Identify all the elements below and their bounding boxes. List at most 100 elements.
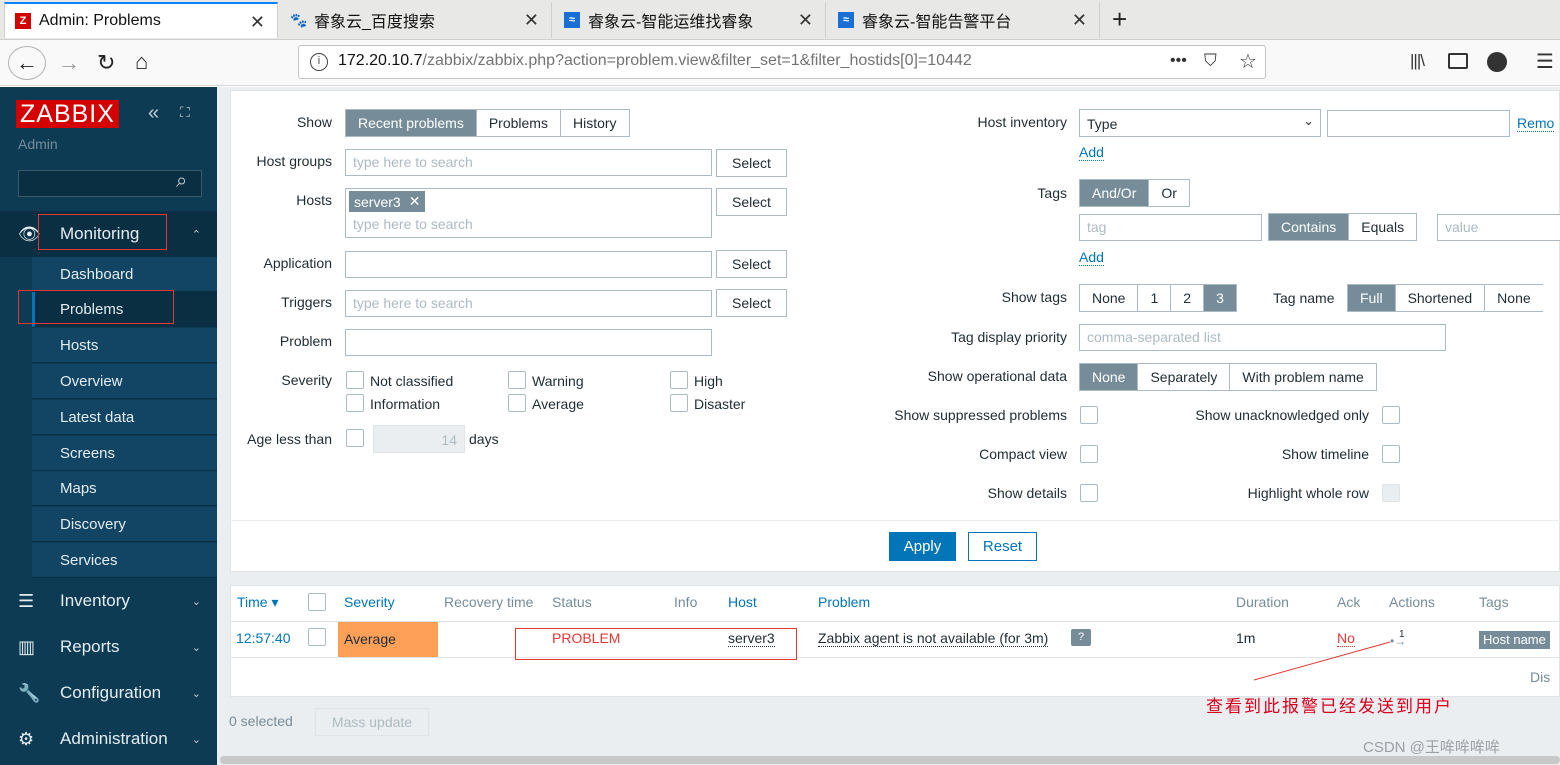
triggers-input[interactable]: type here to search: [345, 290, 712, 317]
account-icon[interactable]: [1487, 52, 1507, 72]
row-checkbox[interactable]: [308, 628, 326, 646]
severity-high-checkbox[interactable]: [670, 371, 688, 389]
remove-chip-icon[interactable]: ✕: [409, 193, 421, 210]
tag-value-input[interactable]: value: [1437, 214, 1560, 241]
opdata-none[interactable]: None: [1080, 364, 1139, 390]
sidebar-item-maps[interactable]: Maps: [32, 471, 217, 506]
tag-name-shortened[interactable]: Shortened: [1395, 285, 1486, 311]
hamburger-menu-icon[interactable]: ☰: [1536, 49, 1554, 74]
problem-hint-icon[interactable]: ?: [1071, 629, 1091, 646]
hosts-search-placeholder[interactable]: type here to search: [353, 216, 473, 232]
menu-reports[interactable]: ▥ Reports ⌄: [0, 624, 217, 670]
col-problem[interactable]: Problem: [818, 594, 870, 610]
tag-op-equals[interactable]: Equals: [1349, 214, 1417, 240]
col-severity[interactable]: Severity: [344, 594, 395, 610]
host-groups-select-button[interactable]: Select: [716, 149, 787, 177]
inventory-value-input[interactable]: [1327, 110, 1510, 137]
col-host[interactable]: Host: [728, 594, 757, 610]
age-days-input[interactable]: 14: [373, 425, 465, 453]
show-recent-problems[interactable]: Recent problems: [346, 110, 477, 136]
problem-input[interactable]: [345, 329, 712, 356]
tags-add-link[interactable]: Add: [1079, 249, 1104, 266]
tag-name-input[interactable]: tag: [1079, 214, 1262, 241]
application-input[interactable]: [345, 251, 712, 278]
sidebar-item-discovery[interactable]: Discovery: [32, 507, 217, 542]
host-groups-input[interactable]: type here to search: [345, 149, 712, 176]
tab-ruixiang-2[interactable]: ≈ 睿象云-智能告警平台 ✕: [828, 2, 1100, 38]
show-problems[interactable]: Problems: [476, 110, 561, 136]
opdata-separately[interactable]: Separately: [1138, 364, 1231, 390]
show-tags-1[interactable]: 1: [1138, 285, 1172, 311]
sidebar-search-input[interactable]: [18, 170, 202, 197]
sidebar-item-screens[interactable]: Screens: [32, 436, 217, 471]
show-tags-none[interactable]: None: [1080, 285, 1139, 311]
tag-op-contains[interactable]: Contains: [1269, 214, 1350, 240]
age-checkbox[interactable]: [346, 429, 364, 447]
show-tags-2[interactable]: 2: [1171, 285, 1205, 311]
close-tab-icon[interactable]: ✕: [798, 10, 813, 31]
application-select-button[interactable]: Select: [716, 250, 787, 278]
show-tags-3[interactable]: 3: [1204, 285, 1236, 311]
tag-priority-input[interactable]: comma-separated list: [1079, 324, 1446, 351]
severity-average-checkbox[interactable]: [508, 394, 526, 412]
tab-admin-problems[interactable]: Z Admin: Problems ✕: [4, 2, 278, 38]
compact-checkbox[interactable]: [1080, 445, 1098, 463]
url-text[interactable]: 172.20.10.7/zabbix/zabbix.php?action=pro…: [338, 52, 972, 70]
close-tab-icon[interactable]: ✕: [1072, 10, 1087, 31]
timeline-checkbox[interactable]: [1382, 445, 1400, 463]
reset-button[interactable]: Reset: [968, 532, 1037, 561]
sidebar-item-services[interactable]: Services: [32, 543, 217, 578]
row-problem-link[interactable]: Zabbix agent is not available (for 3m): [818, 630, 1049, 647]
close-tab-icon[interactable]: ✕: [524, 10, 539, 31]
sidebar-item-latest-data[interactable]: Latest data: [32, 400, 217, 435]
sidebar-item-overview[interactable]: Overview: [32, 364, 217, 399]
hosts-select-button[interactable]: Select: [716, 188, 787, 216]
sidebar-item-hosts[interactable]: Hosts: [32, 328, 217, 363]
menu-inventory[interactable]: ☰ Inventory ⌄: [0, 578, 217, 624]
menu-configuration[interactable]: 🔧 Configuration ⌄: [0, 670, 217, 716]
site-info-icon[interactable]: i: [310, 53, 328, 71]
kiosk-mode-icon[interactable]: ⛶: [180, 104, 190, 121]
inventory-type-select[interactable]: Type ⌄: [1079, 109, 1321, 137]
back-button[interactable]: ←: [8, 46, 46, 80]
zabbix-logo[interactable]: ZABBIX: [16, 100, 119, 128]
search-icon[interactable]: ⌕: [176, 170, 187, 193]
tag-name-full[interactable]: Full: [1348, 285, 1396, 311]
row-tag-chip[interactable]: Host name: [1479, 631, 1550, 649]
severity-warning-checkbox[interactable]: [508, 371, 526, 389]
opdata-with-problem-name[interactable]: With problem name: [1230, 364, 1376, 390]
pocket-icon[interactable]: ⛉: [1204, 51, 1217, 71]
forward-arrow-icon[interactable]: →: [58, 50, 80, 76]
tags-and-or[interactable]: And/Or: [1080, 180, 1150, 206]
tab-ruixiang-1[interactable]: ≈ 睿象云-智能运维找睿象 ✕: [554, 2, 826, 38]
triggers-select-button[interactable]: Select: [716, 289, 787, 317]
bookmark-star-icon[interactable]: ☆: [1239, 49, 1257, 74]
severity-disaster-checkbox[interactable]: [670, 394, 688, 412]
inventory-remove-link[interactable]: Remo: [1517, 115, 1555, 132]
reload-icon[interactable]: ↻: [97, 50, 115, 76]
home-icon[interactable]: ⌂: [135, 49, 148, 75]
select-all-checkbox[interactable]: [308, 593, 326, 611]
suppressed-checkbox[interactable]: [1080, 406, 1098, 424]
horizontal-scrollbar[interactable]: [220, 756, 1560, 764]
page-actions-icon[interactable]: •••: [1170, 52, 1187, 70]
inventory-add-link[interactable]: Add: [1079, 144, 1104, 161]
tab-baidu[interactable]: 🐾 睿象云_百度搜索 ✕: [280, 2, 552, 38]
severity-not-classified-checkbox[interactable]: [346, 371, 364, 389]
sidebar-item-dashboard[interactable]: Dashboard: [32, 257, 217, 292]
unack-checkbox[interactable]: [1382, 406, 1400, 424]
library-icon[interactable]: |||\: [1410, 51, 1425, 71]
details-checkbox[interactable]: [1080, 484, 1098, 502]
row-time-link[interactable]: 12:57:40: [236, 630, 291, 646]
severity-information-checkbox[interactable]: [346, 394, 364, 412]
collapse-sidebar-icon[interactable]: «: [148, 102, 159, 125]
apply-button[interactable]: Apply: [889, 532, 956, 561]
sidebar-toggle-icon[interactable]: [1448, 53, 1468, 69]
close-tab-icon[interactable]: ✕: [250, 12, 265, 33]
tags-or[interactable]: Or: [1149, 180, 1189, 206]
col-time[interactable]: Time ▾: [237, 594, 279, 611]
show-history[interactable]: History: [560, 110, 629, 136]
tag-name-none[interactable]: None: [1485, 285, 1543, 311]
menu-administration[interactable]: ⚙ Administration ⌄: [0, 716, 217, 762]
new-tab-icon[interactable]: +: [1112, 4, 1127, 35]
